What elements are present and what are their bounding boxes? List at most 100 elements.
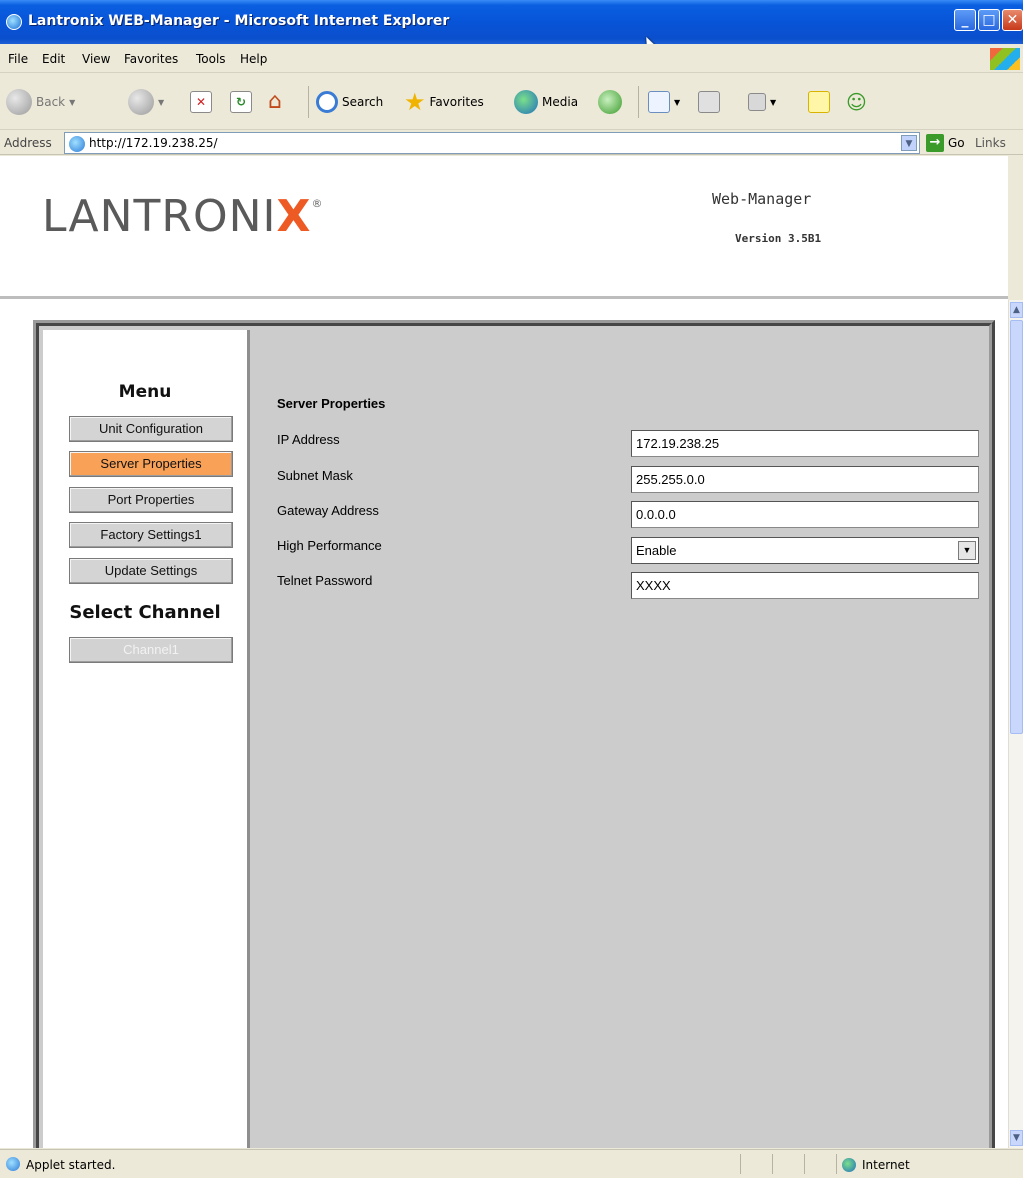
menu-factory-settings-button[interactable]: Factory Settings1 (69, 522, 233, 548)
window-title-bar[interactable]: Lantronix WEB-Manager - Microsoft Intern… (0, 0, 1023, 44)
forward-dropdown-icon[interactable]: ▼ (158, 98, 164, 107)
telnet-password-field[interactable]: XXXX (631, 572, 979, 599)
address-dropdown-icon[interactable]: ▼ (901, 135, 917, 151)
status-divider (836, 1154, 837, 1174)
subnet-mask-field[interactable]: 255.255.0.0 (631, 466, 979, 493)
form-title: Server Properties (277, 396, 386, 411)
page-status-icon (6, 1157, 20, 1171)
mail-dropdown-icon[interactable]: ▼ (674, 98, 680, 107)
ip-address-label: IP Address (277, 432, 340, 447)
vertical-scrollbar[interactable]: ▲ ▼ (1008, 300, 1023, 1148)
menu-tools[interactable]: Tools (196, 52, 226, 66)
page-icon (69, 136, 85, 152)
media-label: Media (542, 95, 579, 109)
page-header: LANTRONIX® Web-Manager Version 3.5B1 (0, 156, 1008, 299)
links-button[interactable]: Links (975, 136, 1006, 150)
status-divider (772, 1154, 773, 1174)
edit-dropdown-icon[interactable]: ▼ (770, 98, 776, 107)
go-label: Go (948, 136, 965, 150)
maximize-button[interactable]: □ (978, 9, 1000, 31)
forward-arrow-icon (128, 89, 154, 115)
menu-edit[interactable]: Edit (42, 52, 65, 66)
scroll-down-icon[interactable]: ▼ (1010, 1130, 1023, 1146)
high-performance-select[interactable]: Enable ▼ (631, 537, 979, 564)
logo-registered-mark: ® (311, 197, 324, 210)
menu-server-properties-button[interactable]: Server Properties (69, 451, 233, 477)
page-content: LANTRONIX® Web-Manager Version 3.5B1 Men… (0, 156, 1008, 1148)
toolbar-separator (308, 86, 309, 118)
refresh-button[interactable]: ↻ (230, 88, 252, 116)
subnet-mask-label: Subnet Mask (277, 468, 353, 483)
messenger-button[interactable]: ☺ (846, 88, 867, 116)
edit-icon (748, 93, 766, 111)
stop-icon: ✕ (190, 91, 212, 113)
channel1-button[interactable]: Channel1 (69, 637, 233, 663)
gateway-address-field[interactable]: 0.0.0.0 (631, 501, 979, 528)
menu-favorites[interactable]: Favorites (124, 52, 178, 66)
messenger-icon: ☺ (846, 90, 867, 114)
forward-button[interactable]: ▼ (128, 88, 164, 116)
status-divider (804, 1154, 805, 1174)
edit-button[interactable]: ▼ (748, 88, 776, 116)
menu-help[interactable]: Help (240, 52, 267, 66)
back-label: Back (36, 95, 66, 109)
home-button[interactable]: ⌂ (268, 88, 290, 116)
favorites-button[interactable]: ★ Favorites (404, 88, 484, 116)
address-url: http://172.19.238.25/ (89, 136, 218, 150)
print-icon (698, 91, 720, 113)
status-divider (740, 1154, 741, 1174)
menu-update-settings-button[interactable]: Update Settings (69, 558, 233, 584)
windows-flag-icon (990, 48, 1020, 70)
lantronix-logo: LANTRONIX® (42, 191, 323, 242)
mail-button[interactable]: ▼ (648, 88, 680, 116)
address-input[interactable]: http://172.19.238.25/ ▼ (64, 132, 920, 154)
high-performance-label: High Performance (277, 538, 382, 553)
select-channel-title: Select Channel (69, 602, 221, 623)
close-icon: ✕ (1006, 12, 1019, 28)
server-properties-form: Server Properties IP Address 172.19.238.… (253, 326, 995, 1148)
back-dropdown-icon[interactable]: ▼ (69, 98, 75, 107)
mail-icon (648, 91, 670, 113)
menu-title: Menu (118, 382, 172, 402)
go-button[interactable]: → Go (926, 134, 965, 152)
menu-file[interactable]: File (8, 52, 28, 66)
stop-button[interactable]: ✕ (190, 88, 212, 116)
window-title: Lantronix WEB-Manager - Microsoft Intern… (28, 13, 450, 29)
menu-unit-configuration-button[interactable]: Unit Configuration (69, 416, 233, 442)
history-icon (598, 90, 622, 114)
menu-view[interactable]: View (82, 52, 110, 66)
favorites-label: Favorites (429, 95, 484, 109)
print-button[interactable] (698, 88, 720, 116)
high-performance-value: Enable (636, 543, 677, 558)
zone-label: Internet (862, 1158, 910, 1172)
go-arrow-icon: → (926, 134, 944, 152)
toolbar: Back ▼ ▼ ✕ ↻ ⌂ Search ★ Favorites Media … (0, 74, 1023, 130)
ip-address-field[interactable]: 172.19.238.25 (631, 430, 979, 457)
security-zone: Internet (842, 1158, 910, 1172)
search-button[interactable]: Search (316, 88, 383, 116)
logo-text: LANTRONI (42, 191, 277, 242)
scroll-up-icon[interactable]: ▲ (1010, 302, 1023, 318)
main-frame: Menu Unit Configuration Server Propertie… (33, 320, 995, 1148)
address-label: Address (4, 136, 52, 150)
discuss-button[interactable] (808, 88, 830, 116)
media-icon (514, 90, 538, 114)
minimize-button[interactable]: _ (954, 9, 976, 31)
chevron-down-icon[interactable]: ▼ (958, 541, 976, 560)
telnet-password-label: Telnet Password (277, 573, 373, 588)
product-title: Web-Manager (712, 190, 812, 208)
back-arrow-icon (6, 89, 32, 115)
history-button[interactable] (598, 88, 622, 116)
note-icon (808, 91, 830, 113)
status-text: Applet started. (26, 1158, 116, 1172)
address-bar: Address http://172.19.238.25/ ▼ → Go Lin… (0, 131, 1023, 155)
status-bar: Applet started. Internet (0, 1149, 1023, 1178)
close-button[interactable]: ✕ (1002, 9, 1023, 31)
scroll-thumb[interactable] (1010, 320, 1023, 734)
media-button[interactable]: Media (514, 88, 578, 116)
refresh-icon: ↻ (230, 91, 252, 113)
menu-panel: Menu Unit Configuration Server Propertie… (43, 330, 250, 1148)
search-icon (316, 91, 338, 113)
menu-port-properties-button[interactable]: Port Properties (69, 487, 233, 513)
back-button[interactable]: Back ▼ (6, 88, 75, 116)
